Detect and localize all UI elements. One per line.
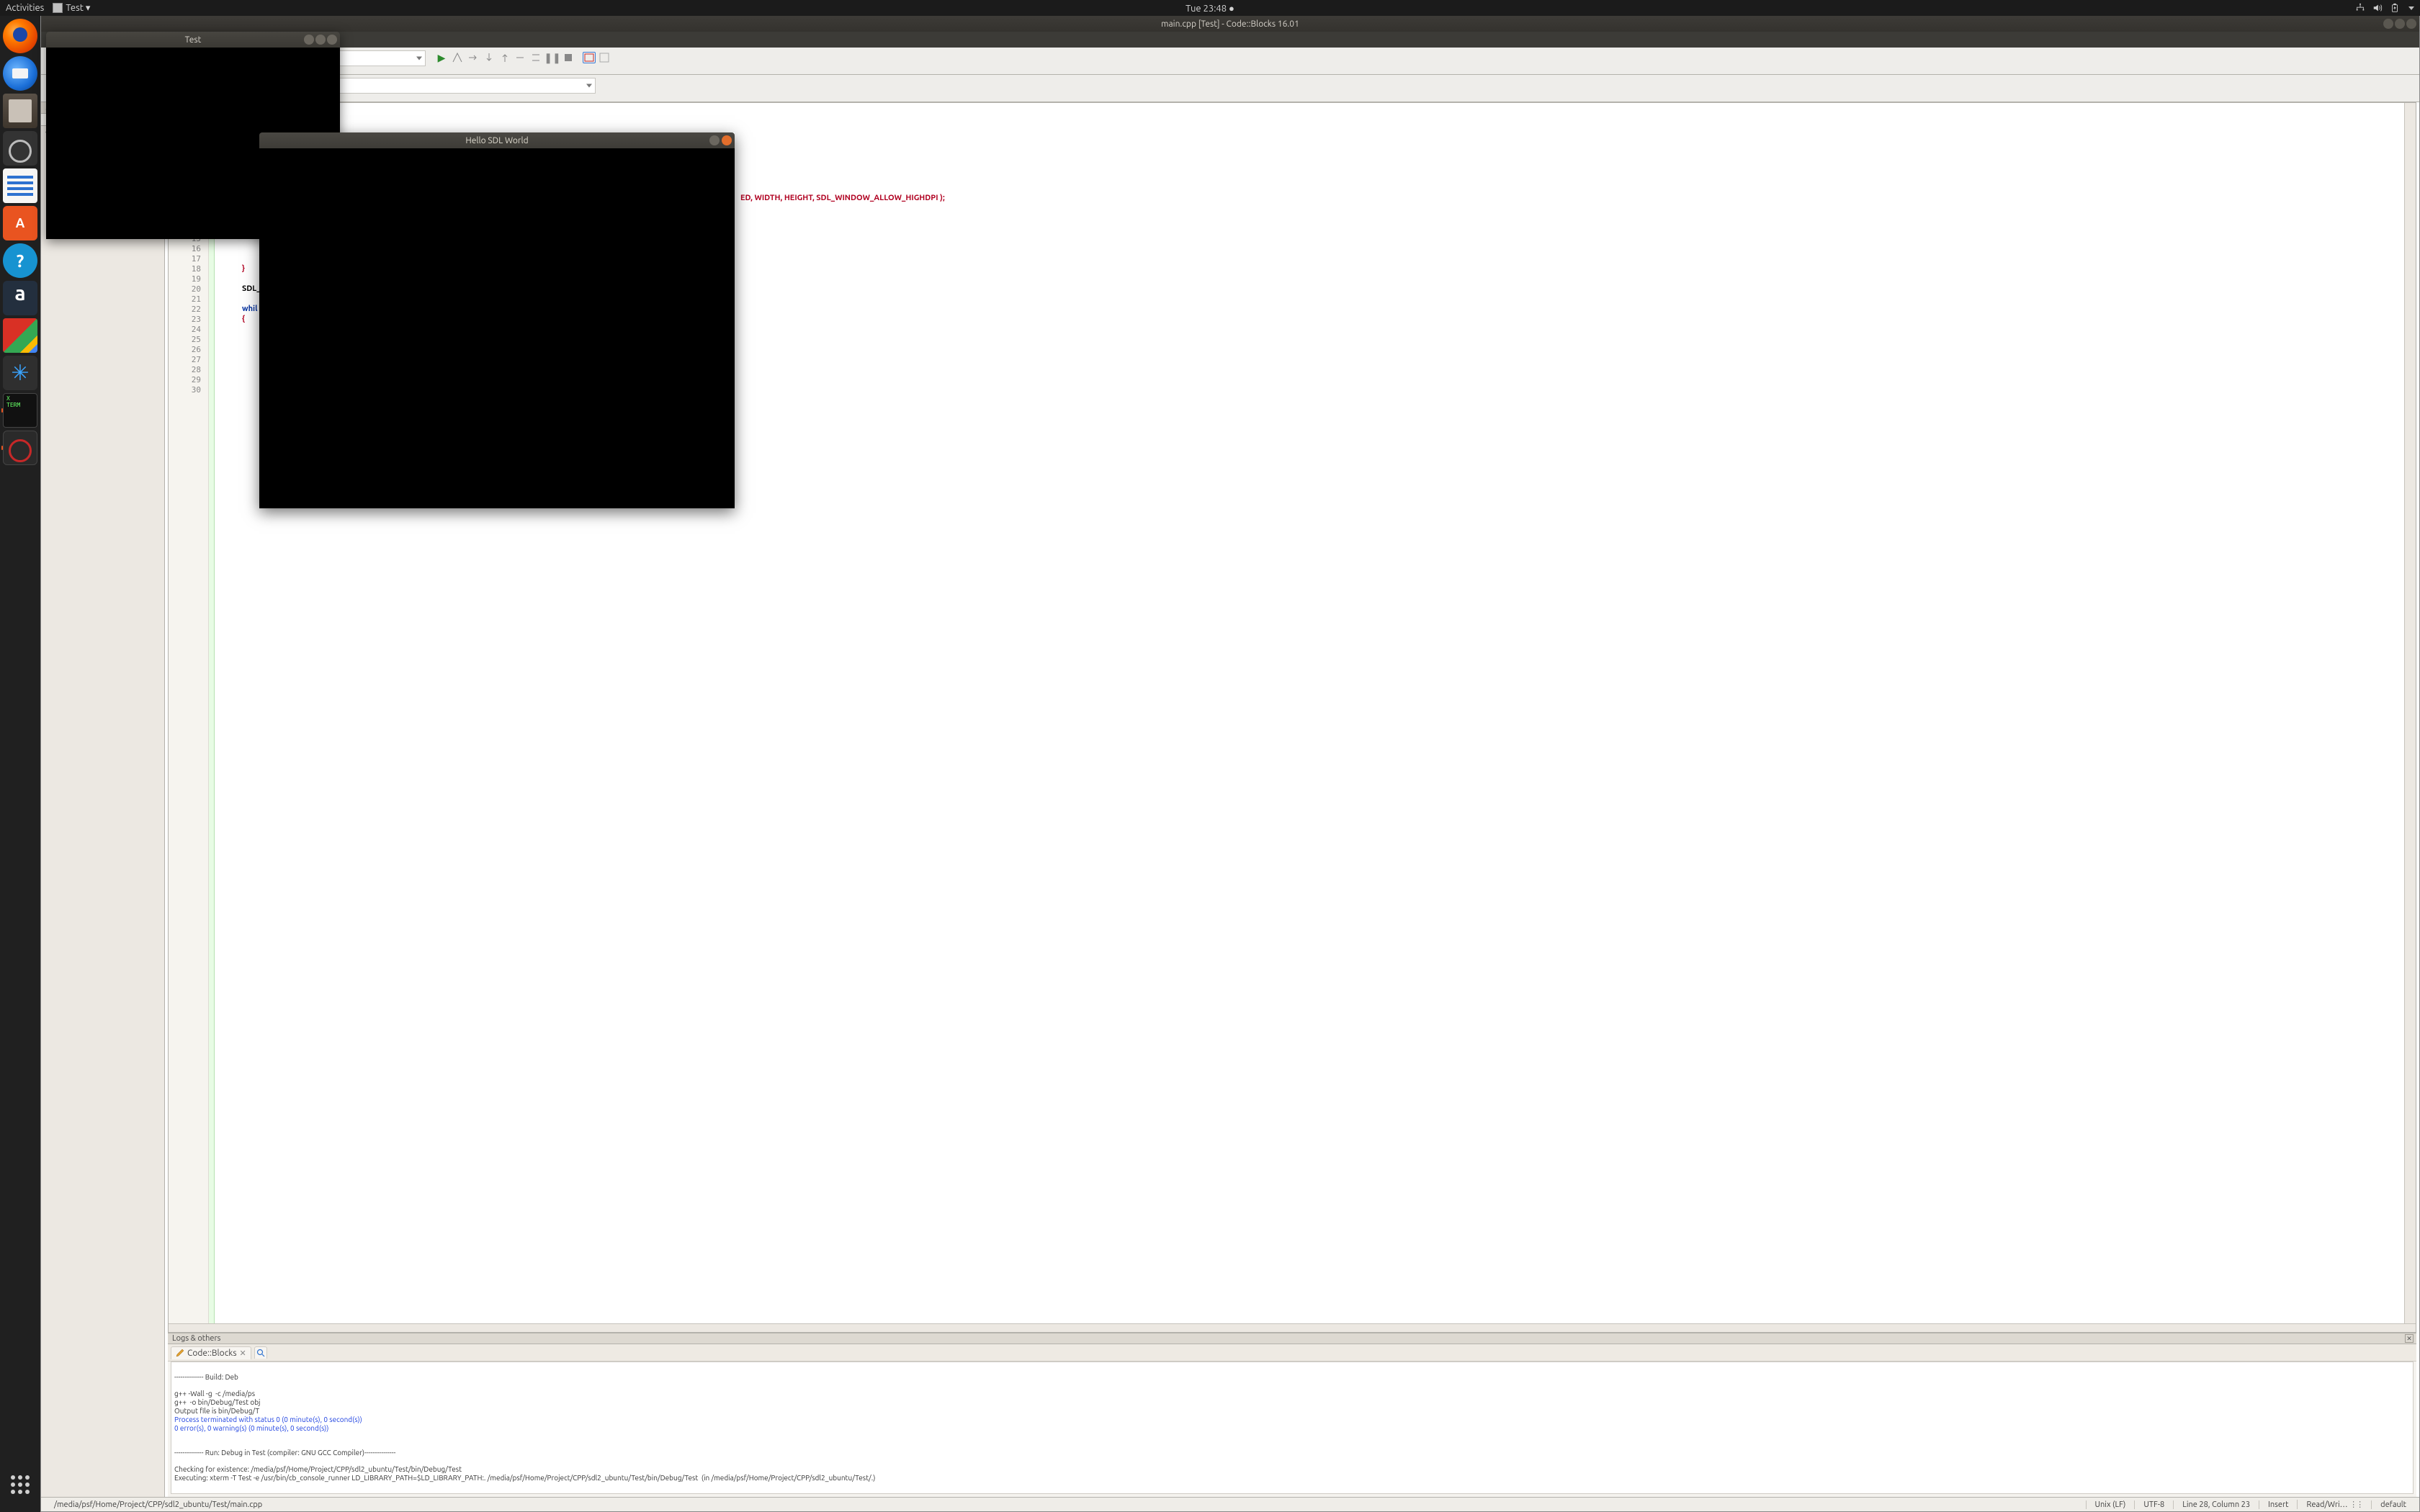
activities-button[interactable]: Activities (6, 3, 44, 13)
sdl-window-title: Hello SDL World (465, 136, 528, 145)
ide-toolbar-row-2 (41, 75, 2419, 102)
line-number-gutter: 14 15 16 17 18 19 20 21 22 23 24 25 26 2… (169, 103, 209, 1323)
debug-step-into-icon[interactable] (482, 50, 496, 65)
dock-firefox[interactable] (3, 19, 37, 53)
dock-thunderbird[interactable] (3, 56, 37, 91)
ide-statusbar: /media/psf/Home/Project/CPP/sdl2_ubuntu/… (41, 1497, 2419, 1511)
battery-icon[interactable] (2390, 3, 2400, 13)
app-menu-icon (53, 3, 63, 13)
dock-ubuntu-software[interactable] (3, 206, 37, 240)
gnome-top-panel: Activities Test ▾ Tue 23:48 ● (0, 0, 2420, 16)
change-marker-bar (209, 103, 215, 1323)
editor-vertical-scrollbar[interactable] (2404, 103, 2416, 1323)
dock-xterm[interactable] (3, 393, 37, 428)
volume-icon[interactable] (2372, 3, 2383, 13)
debug-run-to-cursor-icon[interactable] (450, 50, 465, 65)
system-menu-caret-icon[interactable] (2408, 6, 2414, 10)
status-eol: Unix (LF) (2086, 1500, 2135, 1509)
status-encoding: UTF-8 (2134, 1500, 2173, 1509)
dock-show-applications[interactable] (3, 1467, 37, 1502)
status-filepath: /media/psf/Home/Project/CPP/sdl2_ubuntu/… (45, 1500, 2086, 1509)
logs-panel: Logs & others ✕ Code::Blocks ✕ (168, 1333, 2416, 1497)
test-window-title: Test (185, 35, 202, 45)
status-cursor: Line 28, Column 23 (2173, 1500, 2259, 1509)
ide-toolbar-row-1: Debug ▶ ❚❚ (41, 48, 2419, 75)
search-icon (256, 1349, 265, 1357)
ide-menubar: File gs Help (41, 32, 2419, 48)
debug-step-instr-icon[interactable] (529, 50, 544, 65)
dock-files[interactable] (3, 94, 37, 128)
maximize-button[interactable] (2395, 19, 2405, 29)
dock-blocked-app[interactable] (3, 431, 37, 465)
debug-stop-icon[interactable] (561, 50, 575, 65)
dock-system[interactable] (3, 131, 37, 166)
debug-next-instr-icon[interactable] (514, 50, 528, 65)
ubuntu-dock (0, 16, 40, 1512)
test-maximize-button[interactable] (315, 35, 326, 45)
test-close-button[interactable] (327, 35, 337, 45)
logs-tab-bar: Code::Blocks ✕ (168, 1344, 2416, 1362)
debug-info-icon[interactable] (597, 50, 611, 65)
apps-grid-icon (11, 1475, 30, 1494)
status-readwrite: Read/Wri… ⋮⋮ (2297, 1500, 2371, 1509)
app-menu[interactable]: Test ▾ (53, 3, 90, 14)
test-window-titlebar[interactable]: Test (46, 32, 340, 48)
test-minimize-button[interactable] (304, 35, 314, 45)
logs-panel-title: Logs & others ✕ (168, 1333, 2416, 1344)
log-tab-codeblocks[interactable]: Code::Blocks ✕ (171, 1346, 251, 1359)
minimize-button[interactable] (2383, 19, 2393, 29)
status-insert-mode: Insert (2259, 1500, 2297, 1509)
editor-horizontal-scrollbar[interactable] (169, 1323, 2416, 1332)
sdl-close-button[interactable] (722, 135, 732, 145)
debug-step-out-icon[interactable] (498, 50, 512, 65)
dock-amazon[interactable] (3, 281, 37, 315)
status-profile: default (2371, 1500, 2415, 1509)
sdl-window-titlebar[interactable]: Hello SDL World (259, 132, 735, 148)
network-icon[interactable] (2355, 3, 2365, 13)
dock-libreoffice-writer[interactable] (3, 168, 37, 203)
sdl-window[interactable]: Hello SDL World (259, 132, 735, 508)
debug-run-icon[interactable]: ▶ (434, 50, 449, 65)
pencil-icon (176, 1349, 184, 1357)
log-tab-close-icon[interactable]: ✕ (240, 1349, 246, 1358)
app-menu-label: Test ▾ (66, 3, 90, 14)
debug-windows-icon[interactable] (583, 52, 596, 63)
logs-panel-close-icon[interactable]: ✕ (2405, 1334, 2414, 1343)
log-tab-search[interactable] (254, 1346, 267, 1359)
clock-label[interactable]: Tue 23:48 ● (1186, 3, 1234, 14)
debug-next-line-icon[interactable] (466, 50, 480, 65)
sdl-window-content (259, 148, 735, 508)
debug-break-icon[interactable]: ❚❚ (545, 50, 560, 65)
dock-help[interactable] (3, 243, 37, 278)
close-button[interactable] (2406, 19, 2416, 29)
dock-samegame[interactable] (3, 356, 37, 390)
sdl-minimize-button[interactable] (709, 135, 720, 145)
management-panel: Man Pr ▾ (41, 102, 165, 1497)
build-log-output[interactable]: -------------- Build: Deb g++ -Wall -g -… (171, 1362, 2414, 1494)
ide-title: main.cpp [Test] - Code::Blocks 16.01 (1161, 19, 1299, 29)
dock-windows-app[interactable] (3, 318, 37, 353)
ide-titlebar[interactable]: main.cpp [Test] - Code::Blocks 16.01 (41, 16, 2419, 32)
